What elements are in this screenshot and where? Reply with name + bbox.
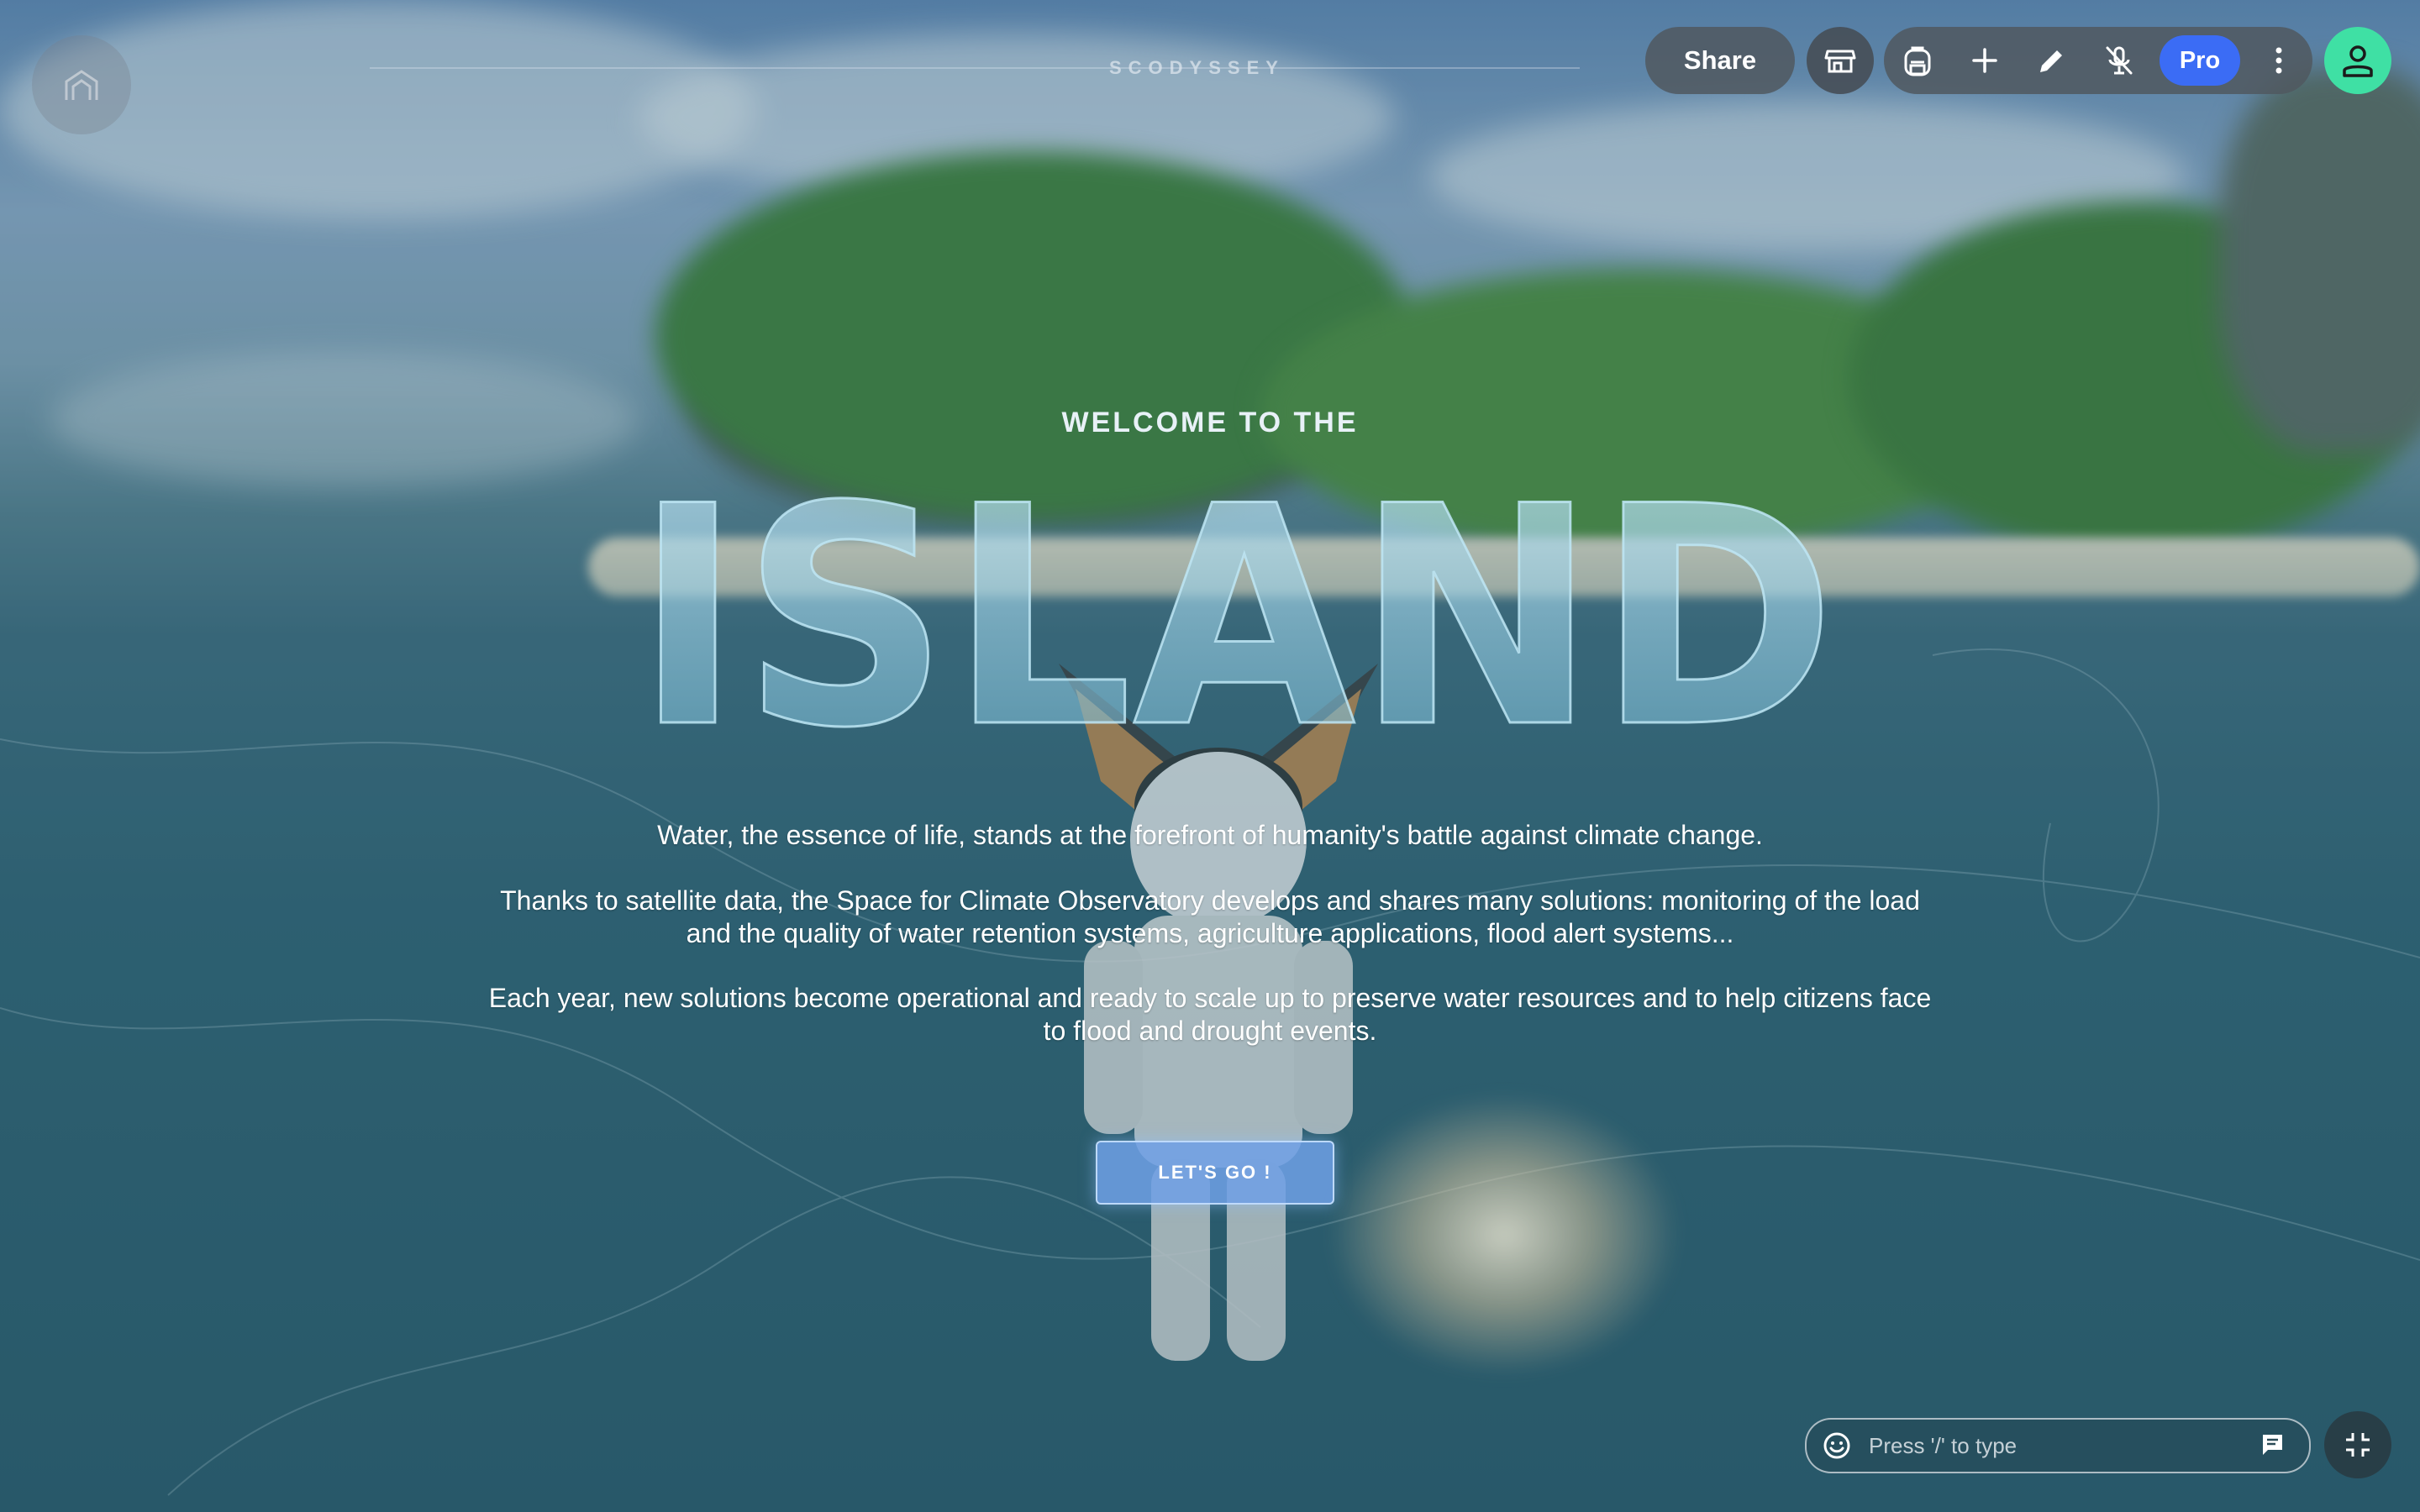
home-icon: [65, 70, 98, 100]
shop-icon: [1824, 50, 1856, 73]
home-button[interactable]: [32, 35, 131, 134]
chat-bubble-icon[interactable]: [2260, 1432, 2287, 1459]
brand-strip: [370, 67, 1580, 69]
plus-icon: [1972, 48, 1997, 73]
exit-fullscreen-button[interactable]: [2324, 1411, 2391, 1478]
profile-button[interactable]: [2324, 27, 2391, 94]
welcome-paragraph-2-line-1: Thanks to satellite data, the Space for …: [500, 885, 1920, 916]
chat-bar: [1805, 1418, 2311, 1473]
welcome-title-text: ISLAND: [634, 470, 1836, 739]
welcome-paragraph-1: Water, the essence of life, stands at th…: [657, 820, 1763, 850]
backpack-icon: [1904, 46, 1931, 76]
edit-button[interactable]: [2018, 27, 2086, 94]
pencil-icon: [2040, 50, 2062, 72]
backpack-button[interactable]: [1884, 27, 1951, 94]
shop-button[interactable]: [1807, 27, 1874, 94]
welcome-overlay: [0, 0, 2420, 1512]
game-viewport[interactable]: [0, 0, 2420, 1512]
mic-toggle-button[interactable]: [2086, 27, 2153, 94]
toolbar-group: [1884, 27, 2312, 94]
emoji-icon[interactable]: [1822, 1431, 1852, 1461]
welcome-title: ISLAND: [634, 470, 1838, 739]
mic-off-icon: [2106, 46, 2133, 75]
chat-input[interactable]: [1867, 1428, 2240, 1463]
brand-name: SCODYSSEY: [1109, 57, 1285, 78]
share-button[interactable]: Share: [1645, 27, 1795, 94]
pro-badge[interactable]: Pro: [2160, 35, 2240, 86]
welcome-paragraph-3-line-2: to flood and drought events.: [1043, 1016, 1377, 1046]
user-icon: [2343, 45, 2373, 77]
welcome-paragraph-3-line-1: Each year, new solutions become operatio…: [488, 983, 1932, 1013]
lets-go-button[interactable]: LET'S GO !: [1096, 1141, 1334, 1205]
welcome-kicker: WELCOME TO THE: [1061, 407, 1359, 438]
welcome-paragraph-2-line-2: and the quality of water retention syste…: [686, 918, 1734, 948]
add-button[interactable]: [1951, 27, 2018, 94]
exit-fullscreen-icon: [2346, 1433, 2370, 1457]
more-button[interactable]: [2245, 27, 2312, 94]
more-vertical-icon: [2275, 47, 2282, 74]
